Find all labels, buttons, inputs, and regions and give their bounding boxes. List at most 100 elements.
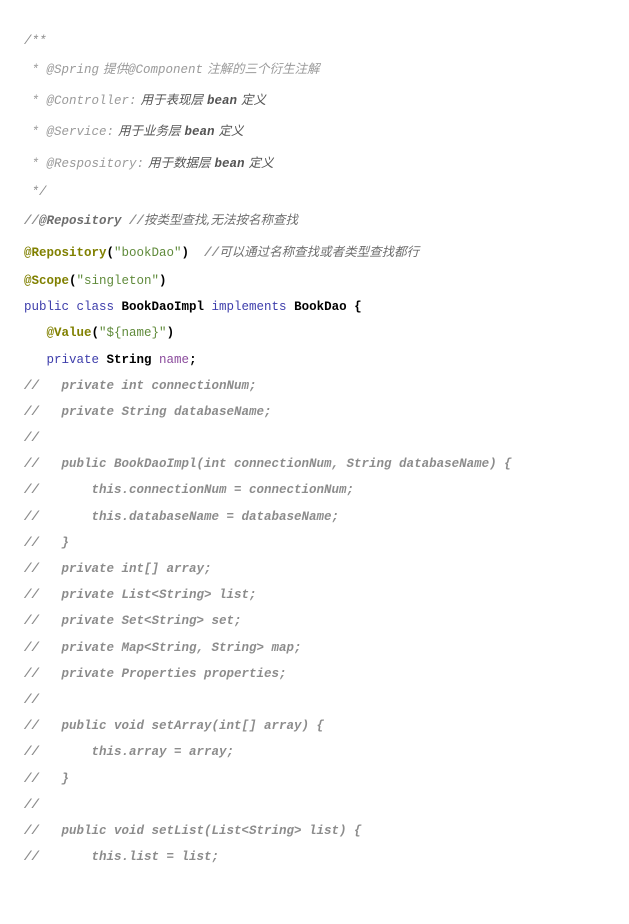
code-line: // this.list = list; — [24, 848, 219, 866]
class-name: String — [106, 353, 152, 367]
code-line: // private Properties properties; — [24, 665, 287, 683]
comment: // — [24, 798, 40, 812]
comment: // this.databaseName = databaseName; — [24, 510, 340, 524]
comment: // } — [24, 536, 70, 550]
comment: */ — [24, 185, 47, 199]
comment-annotation: @Component — [128, 63, 204, 77]
comment-text: 定义 — [214, 123, 244, 138]
comment: // — [24, 431, 40, 445]
code-line: @Repository("bookDao") //可以通过名称查找或者类型查找都… — [24, 243, 419, 262]
comment: // — [121, 214, 145, 228]
code-line: * @Service: 用于业务层 bean 定义 — [24, 122, 244, 141]
comment-text: 定义 — [244, 155, 274, 170]
comment: // public BookDaoImpl(int connectionNum,… — [24, 457, 512, 471]
comment: // — [24, 693, 40, 707]
comment: // public void setArray(int[] array) { — [24, 719, 325, 733]
comment: // this.list = list; — [24, 850, 220, 864]
comment-text: 可以通过名称查找或者类型查找都行 — [219, 244, 420, 259]
punct: ) — [159, 274, 167, 288]
code-line: // } — [24, 770, 69, 788]
string: "bookDao" — [114, 246, 182, 260]
comment: // this.connectionNum = connectionNum; — [24, 483, 355, 497]
comment: // private int[] array; — [24, 562, 212, 576]
comment: // } — [24, 772, 70, 786]
comment: // private List<String> list; — [24, 588, 257, 602]
class-name: BookDaoImpl — [121, 300, 205, 314]
punct: ) — [181, 246, 190, 260]
comment: * — [24, 94, 47, 108]
code-line: // private List<String> list; — [24, 586, 257, 604]
comment: // public void setList(List<String> list… — [24, 824, 362, 838]
comment: * — [24, 125, 47, 139]
comment: // private Set<String> set; — [24, 614, 242, 628]
code-line: public class BookDaoImpl implements Book… — [24, 298, 362, 316]
comment-text: 用于数据层 — [144, 155, 215, 170]
punct: ( — [91, 326, 100, 340]
code-line: // private Set<String> set; — [24, 612, 242, 630]
comment-text: 用于表现层 — [136, 92, 207, 107]
comment-text: 按类型查找,无法按名称查找 — [144, 212, 299, 227]
keyword: private — [46, 353, 107, 367]
code-line: // this.connectionNum = connectionNum; — [24, 481, 354, 499]
annotation: @Scope — [24, 274, 70, 288]
comment: // — [189, 246, 220, 260]
code-line: private String name; — [24, 351, 197, 369]
code-line: // public void setList(List<String> list… — [24, 822, 362, 840]
comment: /** — [24, 34, 47, 48]
code-line: /** — [24, 32, 47, 50]
code-line: // this.array = array; — [24, 743, 234, 761]
string: "${name}" — [99, 326, 167, 340]
keyword: implements — [204, 300, 295, 314]
comment: // private String databaseName; — [24, 405, 272, 419]
code-line: // public BookDaoImpl(int connectionNum,… — [24, 455, 512, 473]
comment: // private Properties properties; — [24, 667, 287, 681]
string: "singleton" — [76, 274, 160, 288]
comment: // private Map<String, String> map; — [24, 641, 302, 655]
code-line: //@Repository //按类型查找,无法按名称查找 — [24, 211, 298, 230]
annotation: @Repository — [24, 246, 107, 260]
comment-text: 定义 — [237, 92, 266, 107]
keyword: public class — [24, 300, 122, 314]
comment-text: 注解的三个衍生注解 — [203, 61, 320, 76]
code-line: @Value("${name}") — [24, 324, 175, 342]
comment-annotation: @Spring — [46, 63, 100, 77]
comment-text: bean — [214, 157, 245, 171]
code-line: */ — [24, 183, 47, 201]
comment-annotation: @Respository: — [46, 157, 145, 171]
code-line: * @Controller: 用于表现层 bean 定义 — [24, 91, 266, 110]
code-line: * @Spring 提供@Component 注解的三个衍生注解 — [24, 60, 320, 79]
code-line: * @Respository: 用于数据层 bean 定义 — [24, 154, 274, 173]
comment-text: bean — [206, 94, 237, 108]
comment: * — [24, 157, 47, 171]
code-line: // public void setArray(int[] array) { — [24, 717, 324, 735]
code-line: // private int connectionNum; — [24, 377, 257, 395]
class-name: BookDao — [294, 300, 347, 314]
comment-annotation: @Service: — [46, 125, 115, 139]
code-line: // } — [24, 534, 69, 552]
comment: * — [24, 63, 47, 77]
comment-text: 提供 — [99, 61, 129, 76]
field-name: name — [151, 353, 190, 367]
code-block: /** * @Spring 提供@Component 注解的三个衍生注解 * @… — [0, 0, 629, 924]
punct: ; — [189, 353, 197, 367]
comment-text: 用于业务层 — [114, 123, 185, 138]
code-line: // private int[] array; — [24, 560, 212, 578]
comment-text: bean — [184, 125, 215, 139]
punct: ( — [69, 274, 77, 288]
code-line: // — [24, 429, 39, 447]
code-line: // this.databaseName = databaseName; — [24, 508, 339, 526]
comment: // private int connectionNum; — [24, 379, 257, 393]
code-line: // — [24, 796, 39, 814]
annotation: @Value — [46, 326, 92, 340]
code-line: // — [24, 691, 39, 709]
punct: ( — [106, 246, 115, 260]
comment: // this.array = array; — [24, 745, 235, 759]
code-line: // private String databaseName; — [24, 403, 272, 421]
comment-annotation: @Controller: — [46, 94, 137, 108]
code-line: // private Map<String, String> map; — [24, 639, 302, 657]
punct: { — [346, 300, 362, 314]
punct: ) — [166, 326, 175, 340]
comment: @Repository — [39, 214, 122, 228]
